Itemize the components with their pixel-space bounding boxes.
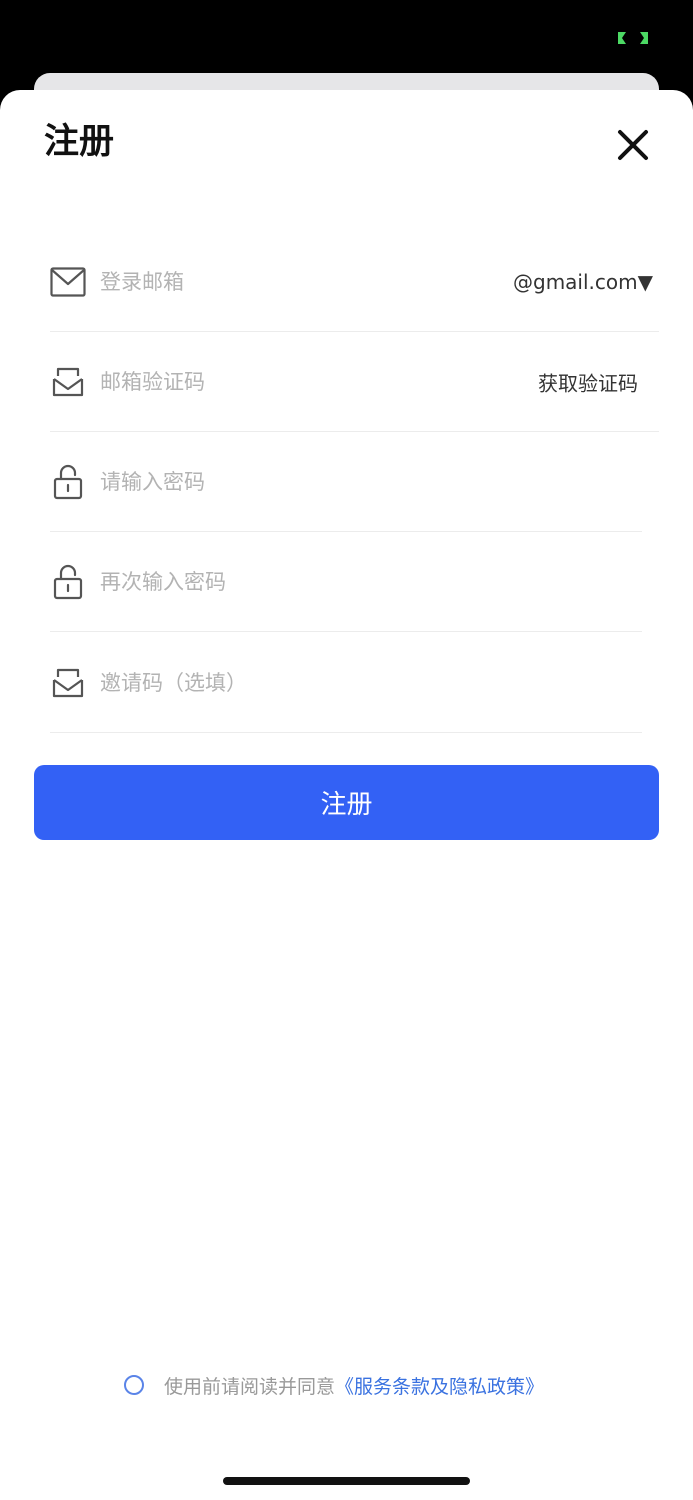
lock-icon [50, 564, 86, 600]
close-icon [618, 130, 648, 160]
email-input[interactable] [100, 232, 500, 331]
email-field-row: @gmail.com▼ [50, 232, 659, 332]
email-code-field-row: 获取验证码 [50, 332, 659, 432]
agreement-text: 使用前请阅读并同意 [164, 1375, 336, 1398]
password-confirm-field-row [50, 532, 642, 632]
inbox-icon [50, 665, 86, 701]
inbox-icon [50, 364, 86, 400]
invite-code-field-row [50, 633, 642, 733]
password-field-row [50, 432, 642, 532]
close-button[interactable] [612, 124, 654, 166]
mail-icon [50, 264, 86, 300]
agree-checkbox[interactable] [124, 1375, 144, 1395]
lock-icon [50, 464, 86, 500]
get-code-button[interactable]: 获取验证码 [538, 367, 638, 396]
home-indicator [223, 1477, 470, 1485]
page-title: 注册 [44, 122, 115, 162]
status-indicator-icon [618, 32, 648, 44]
invite-code-input[interactable] [100, 633, 620, 732]
password-input[interactable] [100, 432, 620, 531]
agreement-row: 使用前请阅读并同意 《服务条款及隐私政策》 [124, 1370, 544, 1400]
register-button[interactable]: 注册 [34, 765, 659, 840]
email-code-input[interactable] [100, 332, 500, 431]
email-domain-select[interactable]: @gmail.com▼ [513, 270, 653, 294]
password-confirm-input[interactable] [100, 532, 620, 631]
terms-link[interactable]: 《服务条款及隐私政策》 [335, 1372, 544, 1399]
